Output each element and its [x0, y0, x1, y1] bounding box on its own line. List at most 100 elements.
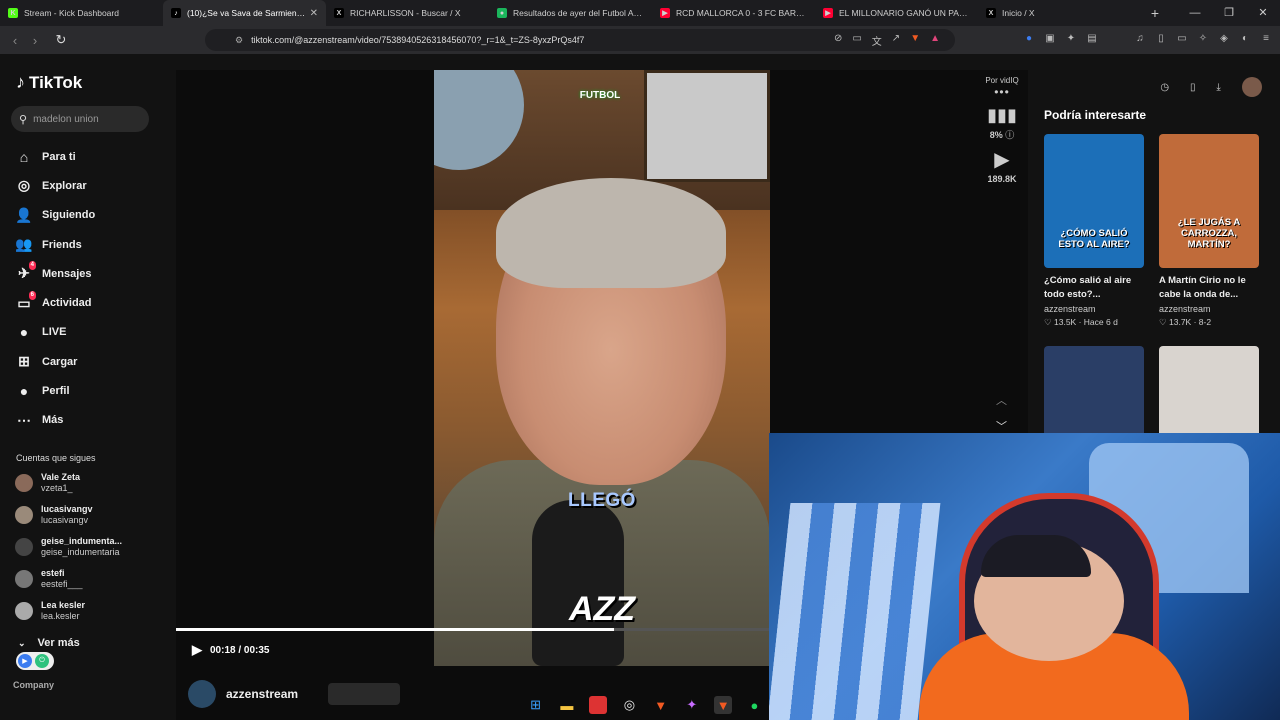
brave-shield-icon[interactable]: ▼ — [910, 33, 920, 48]
video-player[interactable]: FUTBOL LLEGÓ AZZ — [434, 70, 770, 666]
browser-tab[interactable]: ● Resultados de ayer del Futbol Argen — [489, 0, 652, 26]
screenshot-icon[interactable]: ▤ — [1086, 32, 1098, 44]
browser-tab[interactable]: ▶ RCD MALLORCA 0 - 3 FC BARCELON — [652, 0, 815, 26]
no-tracking-icon[interactable]: ⊘ — [834, 33, 842, 48]
app-circle-icon[interactable]: ◎ — [620, 696, 638, 714]
spotify-icon[interactable]: ● — [745, 696, 763, 714]
vidiq-toggle[interactable]: ▶ ⏻ — [16, 652, 54, 670]
browser-tab[interactable]: K Stream - Kick Dashboard — [0, 0, 163, 26]
info-icon[interactable]: ⓘ — [1005, 130, 1014, 140]
followed-account[interactable]: Lea kesler lea.kesler — [15, 600, 85, 622]
account-name: estefi — [41, 568, 65, 578]
puzzle-icon[interactable]: ✦ — [1065, 32, 1077, 44]
browser-tab-bar: K Stream - Kick Dashboard ♪ (10)¿Se va Sava… — [0, 0, 1280, 26]
followed-account[interactable]: geise_indumenta... geise_indumentaria — [15, 536, 122, 558]
sidebar-item[interactable]: ● Perfil — [14, 376, 95, 405]
video-title[interactable]: A Martín Cirio no le cabe la onda de... — [1159, 274, 1259, 302]
sidebar-item[interactable]: 👤 Siguiendo — [14, 201, 95, 230]
new-tab-button[interactable]: + — [1145, 5, 1165, 21]
share-icon[interactable]: ↗ — [892, 33, 900, 48]
sidebar-item[interactable]: ✈ 4 Mensajes — [14, 259, 95, 288]
shield-icon[interactable]: ◈ — [1218, 32, 1230, 44]
brave-rewards-icon[interactable]: ▲ — [930, 33, 940, 48]
sidebar-item[interactable]: ▭ 6 Actividad — [14, 288, 95, 317]
sidebar-item-label: Cargar — [42, 355, 78, 368]
recommended-video[interactable]: ¿CÓMO SALIÓ ESTO AL AIRE? ¿Cómo salió al … — [1044, 134, 1144, 328]
minimize-icon[interactable]: — — [1178, 0, 1212, 26]
app-red-icon[interactable] — [589, 696, 608, 714]
tab-favicon-icon: ▶ — [823, 8, 833, 18]
stats-bars-icon[interactable]: ▮▮▮ — [982, 105, 1022, 126]
download-icon[interactable]: ⤓ — [1216, 82, 1220, 93]
account-handle: lucasivangv — [41, 515, 89, 525]
copilot-icon[interactable]: ✦ — [683, 696, 701, 714]
menu-icon[interactable]: ≡ — [1260, 32, 1272, 44]
reload-icon[interactable]: ↻ — [51, 32, 71, 48]
sidebar-item[interactable]: 👥 Friends — [14, 230, 95, 259]
extension-blue-icon[interactable]: ● — [1023, 32, 1035, 44]
sidebar-item[interactable]: ⋯ Más — [14, 406, 95, 435]
sidebar-item[interactable]: ⊞ Cargar — [14, 347, 95, 376]
more-options-icon[interactable]: ••• — [982, 85, 1022, 99]
browser-tab[interactable]: ♪ (10)¿Se va Sava de Sarmiento? L ✕ — [163, 0, 326, 26]
site-settings-icon[interactable]: ⚙ — [235, 35, 243, 46]
chevron-up-icon[interactable]: ︿ — [996, 388, 1007, 414]
leo-icon[interactable]: ✧ — [1197, 32, 1209, 44]
brave-icon[interactable]: ▼ — [652, 696, 670, 714]
forward-icon[interactable]: › — [25, 33, 45, 48]
followed-account[interactable]: estefi eestefi___ — [15, 568, 83, 590]
views-play-icon: ▶ — [994, 149, 1010, 171]
browser-tab[interactable]: X RICHARLISSON - Buscar / X — [326, 0, 489, 26]
browser-tab[interactable]: X Inicio / X — [978, 0, 1141, 26]
video-thumbnail[interactable]: ¿CÓMO SALIÓ ESTO AL AIRE? — [1044, 134, 1144, 268]
speed-icon[interactable]: ◷ — [1160, 82, 1169, 93]
video-watermark: AZZ — [568, 590, 636, 628]
play-icon[interactable]: ▶ — [192, 642, 202, 658]
sidebar-item[interactable]: ● LIVE — [14, 318, 95, 347]
video-author[interactable]: azzenstream — [1044, 304, 1144, 314]
video-title[interactable]: ¿Cómo salió al aire todo esto?... — [1044, 274, 1144, 302]
wallet-icon[interactable]: ▭ — [1176, 32, 1188, 44]
follow-button[interactable] — [328, 683, 401, 705]
windows-start-icon[interactable]: ⊞ — [527, 696, 545, 714]
tab-label: RCD MALLORCA 0 - 3 FC BARCELON — [676, 8, 807, 18]
translate-icon[interactable]: 文 — [872, 33, 882, 48]
see-more-link[interactable]: ⌄ Ver más — [18, 637, 80, 649]
cast-icon[interactable]: ▭ — [852, 33, 861, 48]
account-avatar — [15, 474, 33, 492]
logo-text: TikTok — [29, 72, 83, 92]
sidebar-item[interactable]: ⌂ Para ti — [14, 142, 95, 171]
heart-icon: ♡ — [1159, 317, 1167, 327]
restore-icon[interactable]: ❐ — [1212, 0, 1246, 26]
music-icon[interactable]: ♫ — [1134, 32, 1146, 44]
user-avatar[interactable] — [1241, 77, 1262, 97]
compass-icon: ◎ — [17, 177, 31, 194]
sidebar-item[interactable]: ◎ Explorar — [14, 171, 95, 200]
see-more-label: Ver más — [37, 637, 80, 649]
translate-ext-icon[interactable]: ▣ — [1044, 32, 1056, 44]
close-tab-icon[interactable]: ✕ — [310, 8, 318, 19]
video-thumbnail[interactable]: ¿LE JUGÁS A CARROZZA, MARTÍN? — [1159, 134, 1259, 268]
author-avatar[interactable] — [188, 680, 216, 708]
file-explorer-icon[interactable]: ▬ — [558, 696, 576, 714]
vpn-icon[interactable]: ◐ — [1239, 32, 1251, 44]
close-window-icon[interactable]: ✕ — [1246, 0, 1280, 26]
extensions-bar: ● ▣ ✦ ▤ ♫ ▯ ▭ ✧ ◈ ◐ ≡ — [1023, 32, 1272, 44]
back-icon[interactable]: ‹ — [5, 33, 25, 48]
tiktok-logo[interactable]: ♪ TikTok — [16, 72, 82, 93]
window-controls: — ❐ ✕ — [1178, 0, 1280, 26]
search-input[interactable]: ⚲ madelon union — [11, 106, 149, 132]
recommended-video[interactable]: ¿LE JUGÁS A CARROZZA, MARTÍN? A Martín Ci… — [1159, 134, 1259, 328]
followed-account[interactable]: lucasivangv lucasivangv — [15, 504, 93, 526]
brave-active-icon[interactable]: ▼ — [714, 696, 733, 714]
upload-icon: ⊞ — [18, 353, 30, 370]
video-author[interactable]: azzenstream — [1159, 304, 1259, 314]
company-link[interactable]: Company — [13, 680, 54, 690]
video-caption: LLEGÓ — [568, 490, 636, 511]
followed-account[interactable]: Vale Zeta vzeta1_ — [15, 472, 80, 494]
device-icon[interactable]: ▯ — [1190, 82, 1196, 93]
tab-label: Stream - Kick Dashboard — [24, 8, 119, 18]
sidebar-icon[interactable]: ▯ — [1155, 32, 1167, 44]
author-name[interactable]: azzenstream — [226, 687, 298, 701]
browser-tab[interactable]: ▶ EL MILLONARIO GANÓ UN PARTIDA — [815, 0, 978, 26]
